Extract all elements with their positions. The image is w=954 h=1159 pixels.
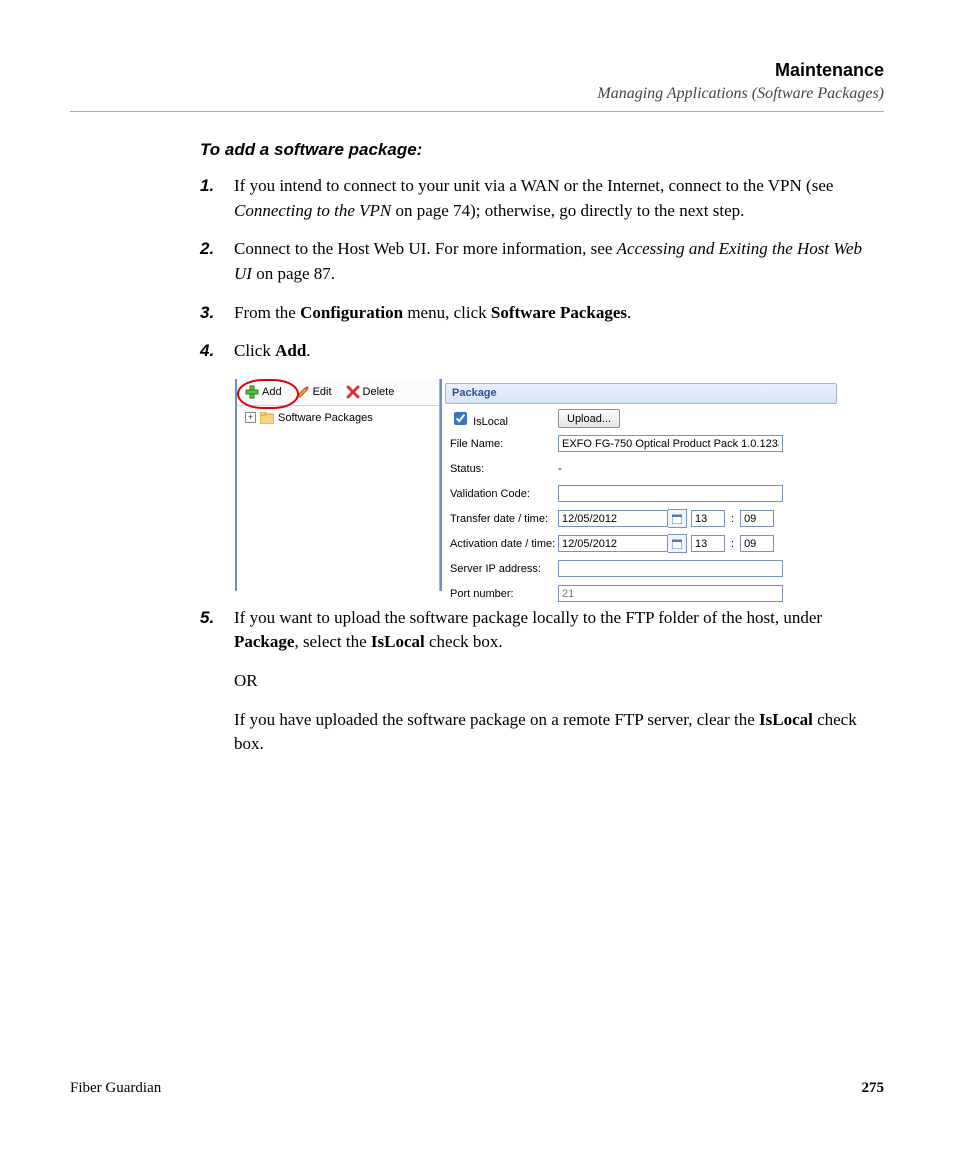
tree-root-item[interactable]: + Software Packages xyxy=(245,412,439,424)
transfer-label: Transfer date / time: xyxy=(450,513,558,525)
activation-date-input[interactable] xyxy=(558,535,668,552)
plus-icon xyxy=(245,385,259,399)
or-separator: OR xyxy=(234,669,884,694)
step-number: 2. xyxy=(200,237,234,286)
step-text: on page 74); otherwise, go directly to t… xyxy=(391,201,744,220)
step-text: Connect to the Host Web UI. For more inf… xyxy=(234,239,617,258)
step-text: Click xyxy=(234,341,275,360)
toolbar: Add Edit Delete xyxy=(237,379,439,406)
step-2: 2. Connect to the Host Web UI. For more … xyxy=(200,237,884,286)
port-input[interactable] xyxy=(558,585,783,602)
ui-ref: Configuration xyxy=(300,303,403,322)
step-number: 5. xyxy=(200,606,234,757)
folder-icon xyxy=(260,412,274,424)
activation-label: Activation date / time: xyxy=(450,538,558,550)
add-button[interactable]: Add xyxy=(243,384,284,400)
add-label: Add xyxy=(262,386,282,398)
footer-product: Fiber Guardian xyxy=(70,1080,161,1097)
status-value: - xyxy=(558,463,562,475)
delete-label: Delete xyxy=(363,386,395,398)
edit-label: Edit xyxy=(313,386,332,398)
status-label: Status: xyxy=(450,463,558,475)
cross-ref: Connecting to the VPN xyxy=(234,201,391,220)
step-text: check box. xyxy=(425,632,503,651)
page-section-title: Maintenance xyxy=(70,60,884,81)
activation-min-input[interactable] xyxy=(740,535,774,552)
transfer-date-input[interactable] xyxy=(558,510,668,527)
step-4: 4. Click Add. xyxy=(200,339,884,364)
islocal-label: IsLocal xyxy=(473,416,508,428)
step-text: . xyxy=(627,303,631,322)
ui-ref: Package xyxy=(234,632,294,651)
calendar-icon[interactable] xyxy=(668,534,687,553)
step-text: on page 87. xyxy=(252,264,335,283)
ui-ref: Software Packages xyxy=(491,303,627,322)
serverip-input[interactable] xyxy=(558,560,783,577)
serverip-label: Server IP address: xyxy=(450,563,558,575)
ui-ref: IsLocal xyxy=(371,632,425,651)
transfer-hour-input[interactable] xyxy=(691,510,725,527)
step-text: , select the xyxy=(294,632,370,651)
ui-ref: IsLocal xyxy=(759,710,813,729)
embedded-screenshot: Add Edit Delete + Software Pa xyxy=(234,378,841,592)
page-section-subtitle: Managing Applications (Software Packages… xyxy=(70,85,884,103)
time-colon: : xyxy=(729,538,736,550)
footer-page-number: 275 xyxy=(862,1080,885,1097)
step-text: If you want to upload the software packa… xyxy=(234,608,822,627)
ui-ref: Add xyxy=(275,341,306,360)
time-colon: : xyxy=(729,513,736,525)
step-5: 5. If you want to upload the software pa… xyxy=(200,606,884,757)
step-number: 1. xyxy=(200,174,234,223)
step-number: 4. xyxy=(200,339,234,364)
x-icon xyxy=(346,385,360,399)
islocal-checkbox[interactable] xyxy=(454,412,467,425)
port-label: Port number: xyxy=(450,588,558,600)
step-text: menu, click xyxy=(403,303,491,322)
step-number: 3. xyxy=(200,301,234,326)
delete-button[interactable]: Delete xyxy=(344,384,397,400)
tree: + Software Packages xyxy=(237,406,439,424)
procedure-heading: To add a software package: xyxy=(200,140,884,160)
step-text: From the xyxy=(234,303,300,322)
edit-button[interactable]: Edit xyxy=(294,384,334,400)
filename-label: File Name: xyxy=(450,438,558,450)
transfer-min-input[interactable] xyxy=(740,510,774,527)
step-3: 3. From the Configuration menu, click So… xyxy=(200,301,884,326)
validation-label: Validation Code: xyxy=(450,488,558,500)
pencil-icon xyxy=(296,385,310,399)
upload-button[interactable]: Upload... xyxy=(558,409,620,428)
step-1: 1. If you intend to connect to your unit… xyxy=(200,174,884,223)
panel-title: Package xyxy=(445,383,837,404)
validation-input[interactable] xyxy=(558,485,783,502)
calendar-icon[interactable] xyxy=(668,509,687,528)
step-text: . xyxy=(306,341,310,360)
tree-root-label: Software Packages xyxy=(278,412,373,424)
header-divider xyxy=(70,111,884,112)
expand-icon[interactable]: + xyxy=(245,412,256,423)
step-text: If you have uploaded the software packag… xyxy=(234,710,759,729)
step-text: If you intend to connect to your unit vi… xyxy=(234,176,833,195)
filename-input[interactable] xyxy=(558,435,783,452)
tree-panel: Add Edit Delete + Software Pa xyxy=(235,379,440,591)
activation-hour-input[interactable] xyxy=(691,535,725,552)
details-panel: Package IsLocal Upload... File Name: Sta… xyxy=(440,379,840,591)
